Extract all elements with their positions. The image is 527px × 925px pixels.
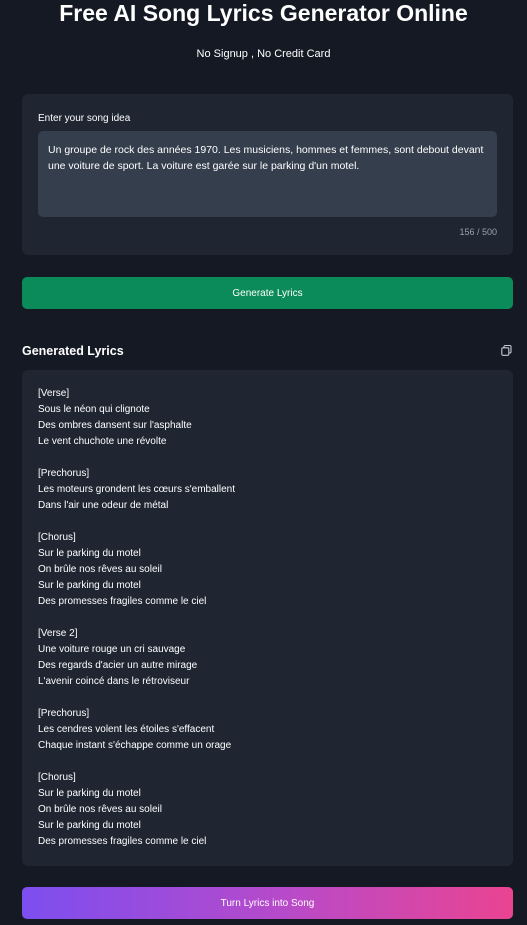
song-idea-input[interactable]: Un groupe de rock des années 1970. Les m… xyxy=(38,131,497,217)
page-title: Free AI Song Lyrics Generator Online xyxy=(59,0,468,26)
character-counter: 156 / 500 xyxy=(459,227,497,237)
page-subtitle: No Signup , No Credit Card xyxy=(196,48,331,60)
lyrics-text: [Verse] Sous le néon qui clignote Des om… xyxy=(38,388,235,847)
generated-lyrics-title: Generated Lyrics xyxy=(22,344,124,358)
song-idea-card: Enter your song idea Un groupe de rock d… xyxy=(22,94,513,255)
lyrics-card: [Verse] Sous le néon qui clignote Des om… xyxy=(22,370,513,866)
song-idea-label: Enter your song idea xyxy=(38,113,131,124)
generate-lyrics-button[interactable]: Generate Lyrics xyxy=(22,277,513,309)
turn-lyrics-into-song-button[interactable]: Turn Lyrics into Song xyxy=(22,887,513,919)
copy-icon[interactable] xyxy=(500,344,513,357)
page: Free AI Song Lyrics Generator Online No … xyxy=(0,0,527,925)
